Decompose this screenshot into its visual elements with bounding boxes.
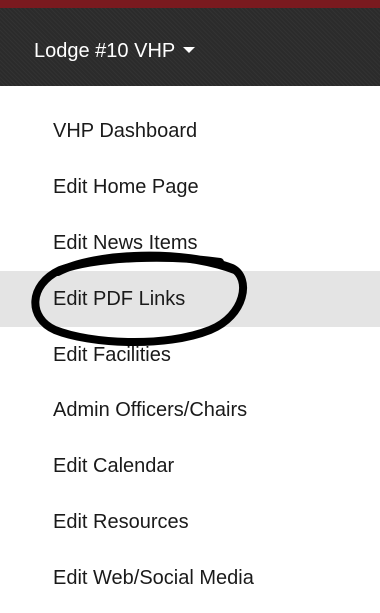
menu-item-edit-resources[interactable]: Edit Resources (0, 495, 380, 551)
menu-item-admin-officers-chairs[interactable]: Admin Officers/Chairs (0, 383, 380, 439)
nav-bar: Lodge #10 VHP (0, 8, 380, 86)
menu-item-edit-facilities[interactable]: Edit Facilities (0, 327, 380, 383)
menu-item-label: VHP Dashboard (53, 120, 198, 143)
menu-item-edit-home-page[interactable]: Edit Home Page (0, 160, 380, 216)
menu-item-label: Edit Facilities (53, 343, 171, 366)
menu-item-label: Admin Officers/Chairs (53, 399, 248, 422)
menu-item-label: Edit Resources (53, 510, 189, 533)
menu-item-edit-news-items[interactable]: Edit News Items (0, 216, 380, 272)
menu-item-edit-web-social-media[interactable]: Edit Web/Social Media (0, 550, 380, 606)
menu-item-label: Edit Web/Social Media (53, 566, 254, 589)
menu-item-vhp-dashboard[interactable]: VHP Dashboard (0, 104, 380, 160)
caret-down-icon (183, 47, 196, 53)
menu-item-label: Edit Home Page (53, 176, 199, 199)
menu-item-label: Edit News Items (53, 231, 198, 254)
menu-item-label: Edit Calendar (53, 455, 175, 478)
menu-item-edit-pdf-links[interactable]: Edit PDF Links (0, 271, 380, 328)
menu-item-edit-calendar[interactable]: Edit Calendar (0, 439, 380, 495)
top-accent-bar (0, 0, 380, 8)
dropdown-menu: VHP Dashboard Edit Home Page Edit News I… (0, 104, 380, 606)
lodge-dropdown-toggle[interactable]: Lodge #10 VHP (34, 37, 196, 65)
lodge-dropdown-label: Lodge #10 VHP (34, 40, 176, 62)
menu-item-label: Edit PDF Links (53, 287, 186, 310)
